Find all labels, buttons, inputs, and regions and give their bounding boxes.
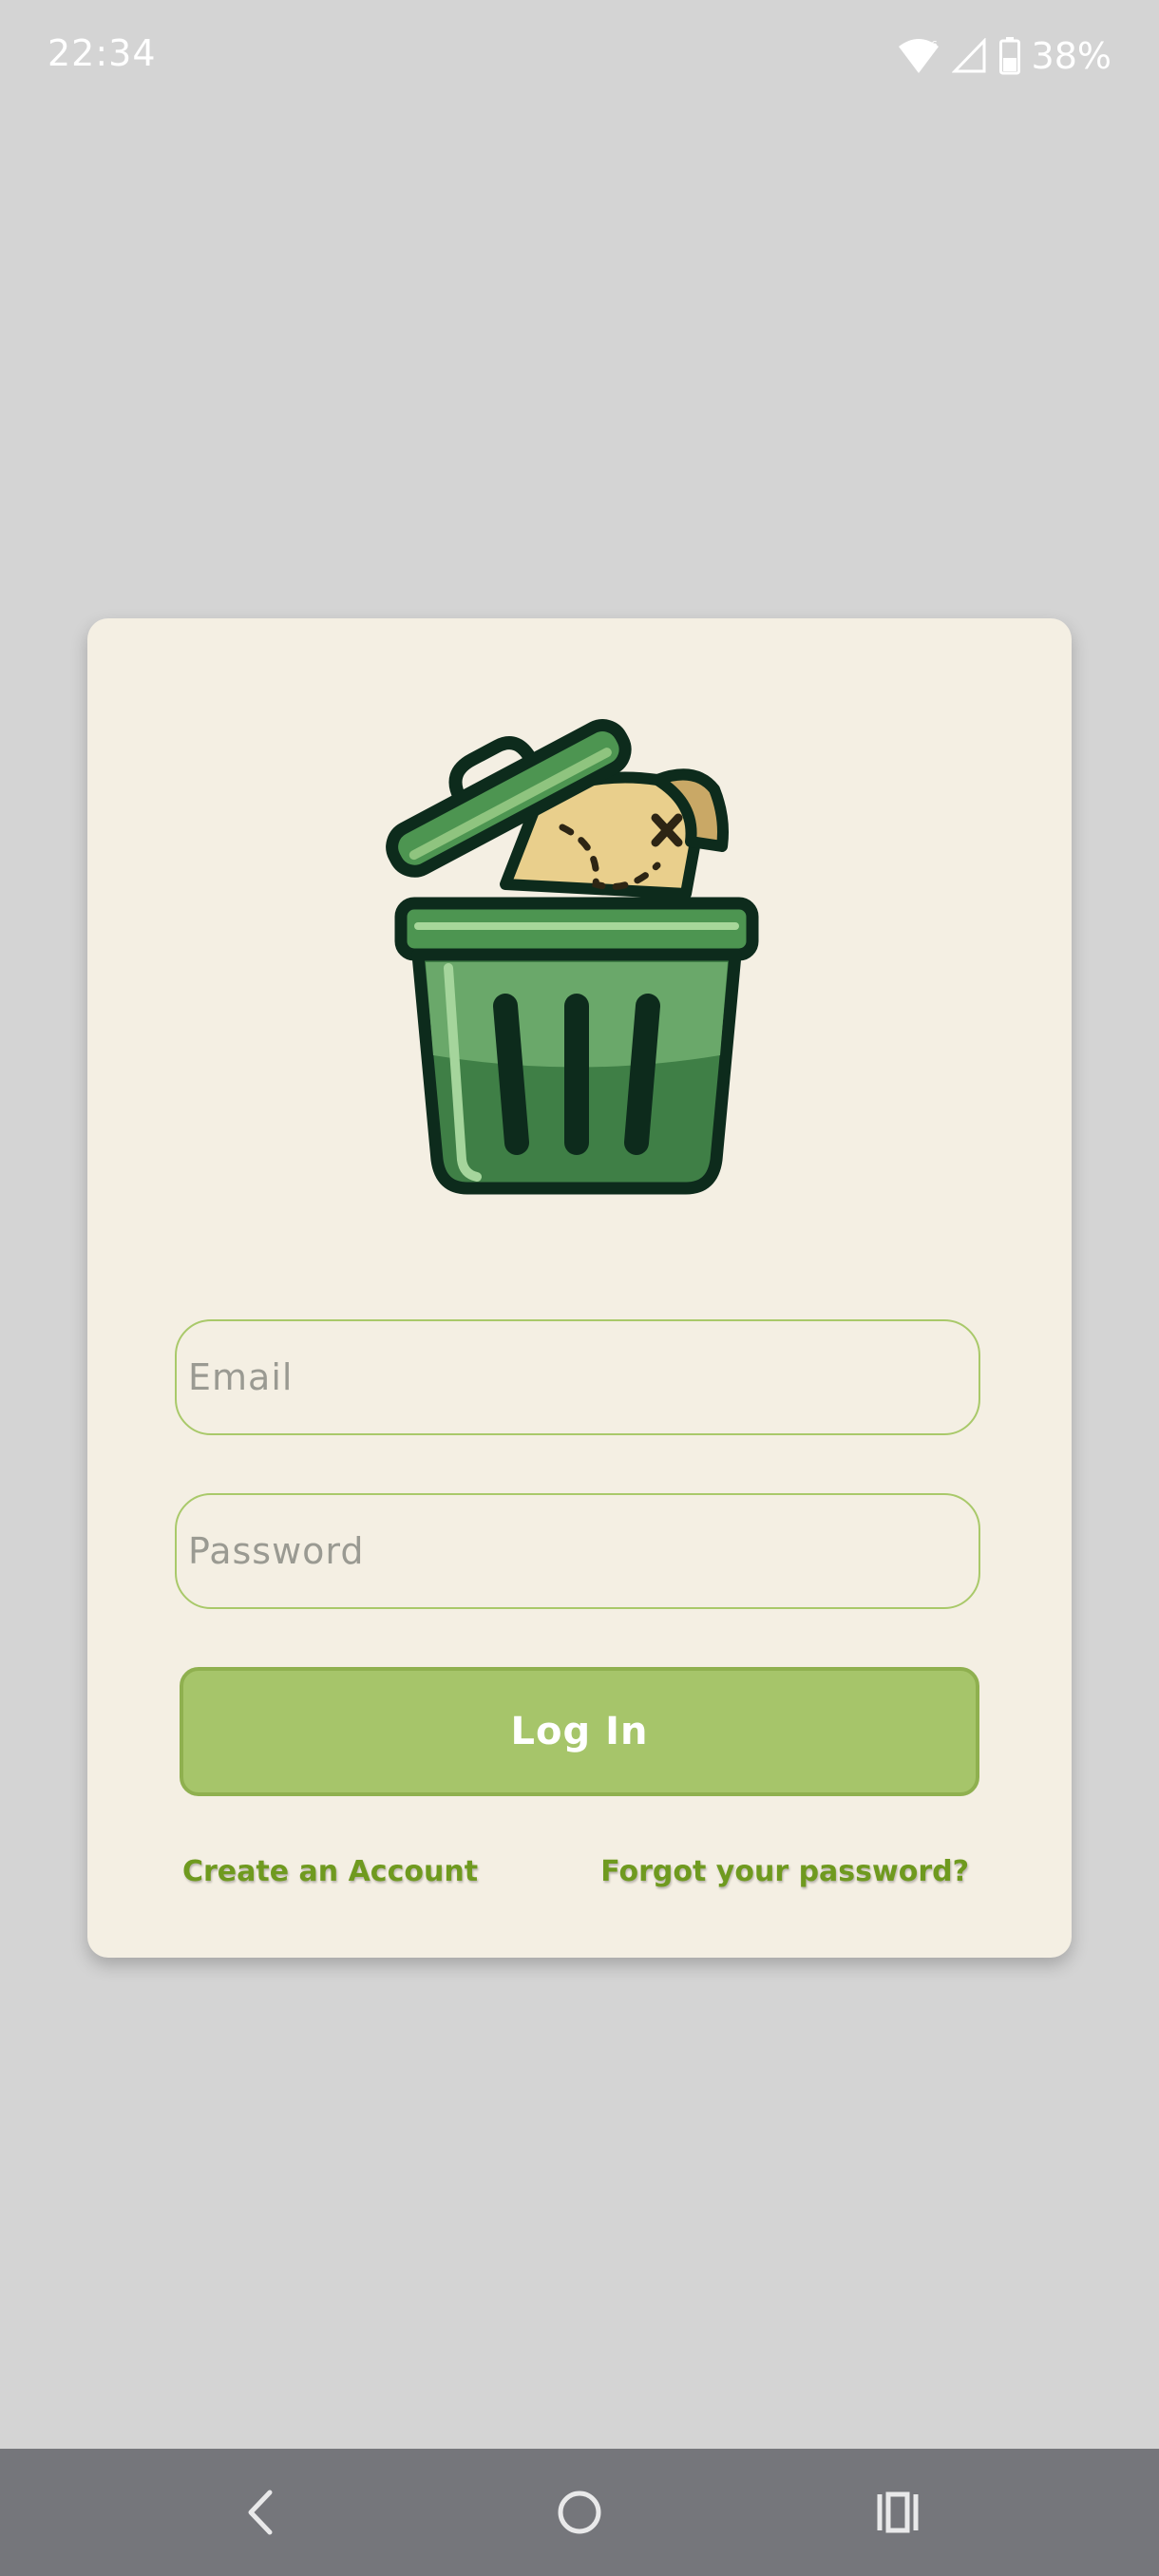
- wifi-icon: 6: [897, 37, 940, 75]
- password-field[interactable]: Password: [175, 1493, 980, 1609]
- trash-can-icon: [372, 713, 790, 1207]
- svg-text:6: 6: [931, 39, 938, 51]
- login-button-label: Log In: [510, 1710, 649, 1753]
- forgot-password-link[interactable]: Forgot your password?: [600, 1855, 969, 1888]
- recent-apps-icon[interactable]: [864, 2479, 931, 2546]
- password-placeholder: Password: [188, 1530, 365, 1572]
- status-icons: 6 38%: [897, 32, 1112, 80]
- home-icon[interactable]: [546, 2479, 613, 2546]
- cell-signal-icon: [951, 38, 988, 74]
- back-icon[interactable]: [228, 2479, 294, 2546]
- status-time: 22:34: [48, 32, 157, 74]
- email-field[interactable]: Email: [175, 1319, 980, 1435]
- create-account-link[interactable]: Create an Account: [182, 1855, 478, 1888]
- email-placeholder: Email: [188, 1356, 294, 1398]
- status-bar: 22:34 6 38%: [0, 0, 1159, 114]
- navigation-bar: [0, 2449, 1159, 2576]
- battery-icon: [998, 37, 1020, 75]
- login-button[interactable]: Log In: [180, 1667, 979, 1796]
- battery-percent: 38%: [1031, 35, 1112, 77]
- login-card: Email Password Log In Create an Account …: [87, 618, 1072, 1958]
